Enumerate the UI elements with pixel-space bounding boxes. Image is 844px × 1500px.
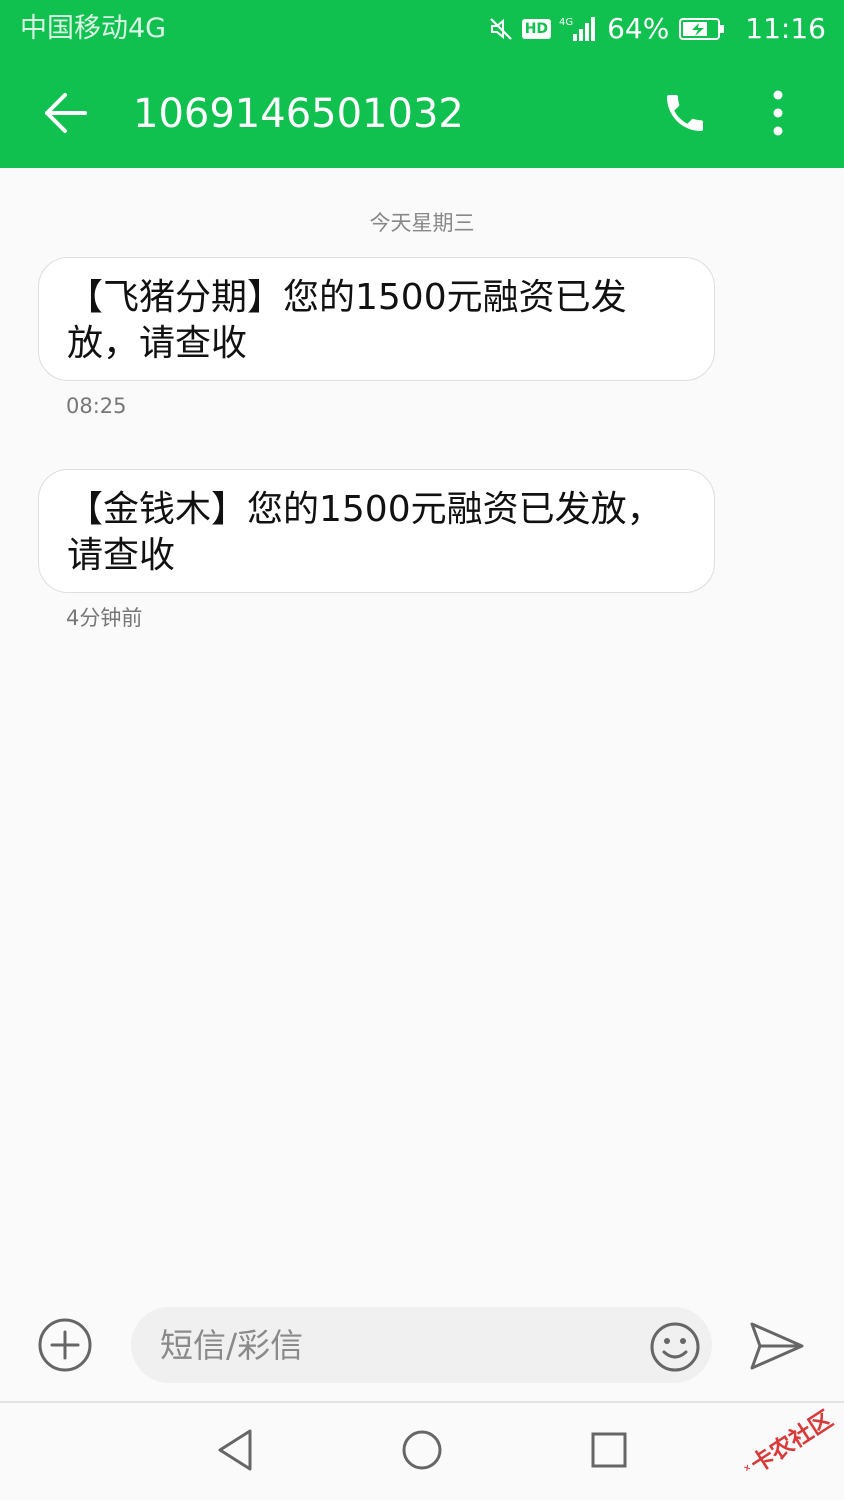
battery-percent: 64% bbox=[607, 12, 670, 45]
nav-back-button[interactable] bbox=[210, 1425, 260, 1475]
nav-home-button[interactable] bbox=[397, 1425, 447, 1475]
toolbar: 1069146501032 bbox=[0, 58, 844, 168]
nav-recents-button[interactable] bbox=[584, 1425, 634, 1475]
date-divider: 今天星期三 bbox=[369, 211, 475, 235]
hd-icon: HD bbox=[521, 19, 552, 39]
message-bubble[interactable]: 【金钱木】您的1500元融资已发放，请查收 bbox=[38, 469, 715, 593]
battery-charging-icon bbox=[679, 17, 725, 41]
signal-4g-icon: 4G bbox=[559, 15, 599, 43]
attach-button[interactable] bbox=[36, 1316, 94, 1374]
send-icon bbox=[750, 1322, 804, 1370]
more-options-button[interactable] bbox=[748, 80, 808, 146]
status-bar: 中国移动4G HD 4G 64% 11:16 bbox=[0, 0, 844, 58]
nav-back-icon bbox=[218, 1429, 252, 1471]
plus-circle-icon bbox=[38, 1318, 92, 1372]
message-timestamp: 4分钟前 bbox=[66, 606, 143, 630]
nav-recents-icon bbox=[591, 1432, 627, 1468]
message-composer bbox=[0, 1290, 844, 1400]
mute-icon bbox=[488, 16, 514, 42]
more-vertical-icon bbox=[773, 90, 783, 136]
nav-home-icon bbox=[402, 1430, 442, 1470]
arrow-left-icon bbox=[45, 93, 87, 133]
emoji-icon bbox=[650, 1322, 700, 1372]
carrier-label: 中国移动4G bbox=[20, 13, 167, 44]
phone-icon bbox=[667, 95, 703, 131]
call-button[interactable] bbox=[652, 80, 718, 146]
app-header: 中国移动4G HD 4G 64% 11:16 1069146501032 bbox=[0, 0, 844, 168]
message-timestamp: 08:25 bbox=[66, 394, 127, 418]
message-bubble[interactable]: 【飞猪分期】您的1500元融资已发放，请查收 bbox=[38, 257, 715, 381]
send-button[interactable] bbox=[748, 1318, 806, 1374]
message-input[interactable] bbox=[131, 1307, 712, 1383]
svg-text:4G: 4G bbox=[559, 17, 573, 28]
conversation-title: 1069146501032 bbox=[133, 91, 464, 137]
clock: 11:16 bbox=[745, 12, 826, 45]
status-icons: HD 4G 64% 11:16 bbox=[488, 11, 826, 47]
emoji-button[interactable] bbox=[648, 1320, 702, 1374]
back-button[interactable] bbox=[30, 80, 100, 146]
navigation-bar bbox=[0, 1403, 844, 1500]
